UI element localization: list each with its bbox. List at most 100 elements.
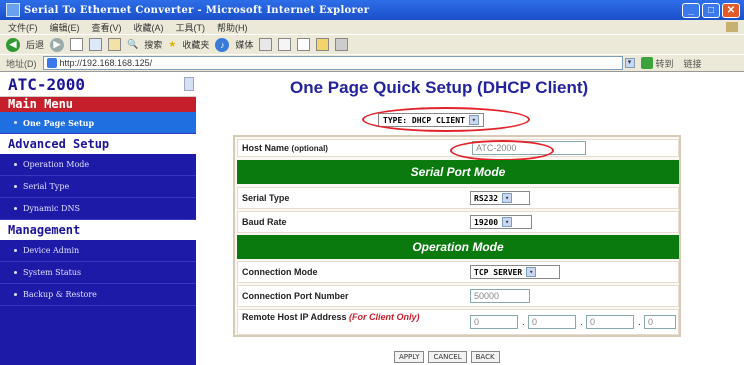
serial-type-value: RS232: [474, 193, 499, 203]
sidebar-item-label: Device Admin: [23, 246, 80, 255]
address-dropdown-icon[interactable]: ▾: [624, 58, 635, 68]
favorites-star-icon[interactable]: ★: [168, 39, 176, 50]
sidebar-item-label: One Page Setup: [23, 117, 95, 128]
bullet-icon: [14, 121, 17, 124]
browser-toolbar: ◀ 后退 ▶ 🔍 搜索 ★ 收藏夹 ♪ 媒体: [0, 34, 744, 54]
forward-arrow-icon[interactable]: ▶: [50, 37, 65, 52]
chevron-down-icon: ▾: [526, 267, 537, 277]
sidebar-scrollbar[interactable]: [184, 77, 194, 91]
management-header: Management: [0, 220, 196, 240]
serial-type-row: Serial Type RS232 ▾: [237, 187, 679, 209]
connection-mode-select[interactable]: TCP SERVER ▾: [470, 265, 560, 279]
remote-ip-octet-3[interactable]: 0: [586, 315, 634, 329]
favorites-button-label[interactable]: 收藏夹: [182, 38, 209, 51]
sidebar-nav: ATC-2000 Main Menu One Page Setup Advanc…: [0, 73, 196, 365]
connection-mode-value: TCP SERVER: [474, 267, 523, 277]
menu-bar: 文件(F) 编辑(E) 查看(V) 收藏(A) 工具(T) 帮助(H): [0, 20, 744, 34]
search-button-label[interactable]: 搜索: [144, 38, 162, 51]
media-button-label[interactable]: 媒体: [235, 38, 253, 51]
links-label[interactable]: 链接: [684, 57, 702, 70]
folder-icon[interactable]: [316, 38, 330, 51]
setup-form: Host Name (optional) ATC-2000 Serial Por…: [233, 135, 681, 337]
chevron-down-icon: ▾: [502, 193, 513, 203]
page-icon: [46, 58, 57, 68]
address-bar: 地址(D) http://192.168.168.125/ ▾ 转到 链接: [0, 54, 744, 72]
stop-icon[interactable]: [70, 38, 84, 51]
advanced-setup-header: Advanced Setup: [0, 134, 196, 154]
baud-rate-label: Baud Rate: [242, 217, 287, 227]
remote-ip-octet-4[interactable]: 0: [644, 315, 676, 329]
back-arrow-icon[interactable]: ◀: [6, 37, 20, 52]
main-menu-header: Main Menu: [0, 97, 196, 112]
address-input[interactable]: http://192.168.168.125/: [42, 56, 623, 70]
menu-edit[interactable]: 编辑(E): [50, 21, 80, 34]
home-icon[interactable]: [108, 38, 122, 51]
sidebar-item-one-page-setup[interactable]: One Page Setup: [0, 112, 196, 134]
serial-type-label: Serial Type: [242, 193, 290, 203]
go-label: 转到: [655, 58, 674, 69]
refresh-icon[interactable]: [89, 38, 103, 51]
window-titlebar: Serial To Ethernet Converter - Microsoft…: [0, 0, 744, 20]
highlight-circle: [450, 140, 554, 161]
remote-ip-label: Remote Host IP Address (For Client Only): [242, 312, 462, 322]
history-icon[interactable]: [259, 38, 273, 51]
serial-port-section-header: Serial Port Mode: [237, 160, 679, 184]
connection-mode-label: Connection Mode: [242, 267, 318, 277]
ip-separator: .: [638, 317, 641, 328]
print-icon[interactable]: [297, 38, 311, 51]
close-button[interactable]: ✕: [722, 2, 740, 18]
search-icon[interactable]: 🔍: [127, 39, 138, 50]
form-buttons: APPLY CANCEL BACK: [394, 351, 500, 363]
connection-mode-row: Connection Mode TCP SERVER ▾: [237, 261, 679, 283]
go-arrow-icon: [640, 57, 653, 69]
sidebar-item-dynamic-dns[interactable]: Dynamic DNS: [0, 198, 196, 220]
maximize-button[interactable]: □: [702, 2, 720, 18]
sidebar-item-label: Operation Mode: [23, 160, 90, 169]
ip-separator: .: [580, 317, 583, 328]
remote-ip-octet-1[interactable]: 0: [470, 315, 518, 329]
port-number-row: Connection Port Number 50000: [237, 285, 679, 307]
sidebar-item-label: Dynamic DNS: [23, 204, 80, 213]
sidebar-item-operation-mode[interactable]: Operation Mode: [0, 154, 196, 176]
port-number-label: Connection Port Number: [242, 291, 349, 301]
messenger-icon[interactable]: [335, 38, 349, 51]
bullet-icon: [14, 249, 17, 252]
menu-help[interactable]: 帮助(H): [217, 21, 248, 34]
address-label: 地址(D): [6, 58, 37, 69]
host-name-label: Host Name (optional): [242, 143, 328, 153]
remote-ip-row: Remote Host IP Address (For Client Only)…: [237, 309, 679, 335]
sidebar-item-device-admin[interactable]: Device Admin: [0, 240, 196, 262]
main-content: One Page Quick Setup (DHCP Client) TYPE:…: [196, 73, 744, 365]
ip-separator: .: [522, 317, 525, 328]
minimize-button[interactable]: _: [682, 2, 700, 18]
menu-tools[interactable]: 工具(T): [176, 21, 206, 34]
back-button-label[interactable]: 后退: [26, 38, 44, 51]
baud-rate-select[interactable]: 19200 ▾: [470, 215, 532, 229]
mail-icon[interactable]: [278, 38, 292, 51]
remote-ip-label-text: Remote Host IP Address: [242, 312, 347, 322]
go-button[interactable]: 转到: [640, 57, 674, 70]
media-icon[interactable]: ♪: [215, 37, 230, 52]
port-number-input[interactable]: 50000: [470, 289, 530, 303]
device-logo: ATC-2000: [0, 73, 196, 97]
sidebar-item-serial-type[interactable]: Serial Type: [0, 176, 196, 198]
remote-ip-note: (For Client Only): [349, 312, 420, 322]
operation-mode-section-header: Operation Mode: [237, 235, 679, 259]
sidebar-item-system-status[interactable]: System Status: [0, 262, 196, 284]
host-name-label-text: Host Name: [242, 143, 290, 153]
sidebar-item-backup-restore[interactable]: Backup & Restore: [0, 284, 196, 306]
baud-rate-value: 19200: [474, 217, 499, 227]
remote-ip-octet-2[interactable]: 0: [528, 315, 576, 329]
page-title: One Page Quick Setup (DHCP Client): [290, 78, 589, 97]
back-button[interactable]: BACK: [470, 351, 500, 363]
bullet-icon: [14, 163, 17, 166]
baud-rate-row: Baud Rate 19200 ▾: [237, 211, 679, 233]
bullet-icon: [14, 207, 17, 210]
cancel-button[interactable]: CANCEL: [428, 351, 467, 363]
sidebar-item-label: Backup & Restore: [23, 290, 97, 299]
apply-button[interactable]: APPLY: [394, 351, 425, 363]
menu-file[interactable]: 文件(F): [8, 21, 38, 34]
menu-favorites[interactable]: 收藏(A): [134, 21, 164, 34]
menu-view[interactable]: 查看(V): [92, 21, 122, 34]
serial-type-select[interactable]: RS232 ▾: [470, 191, 530, 205]
